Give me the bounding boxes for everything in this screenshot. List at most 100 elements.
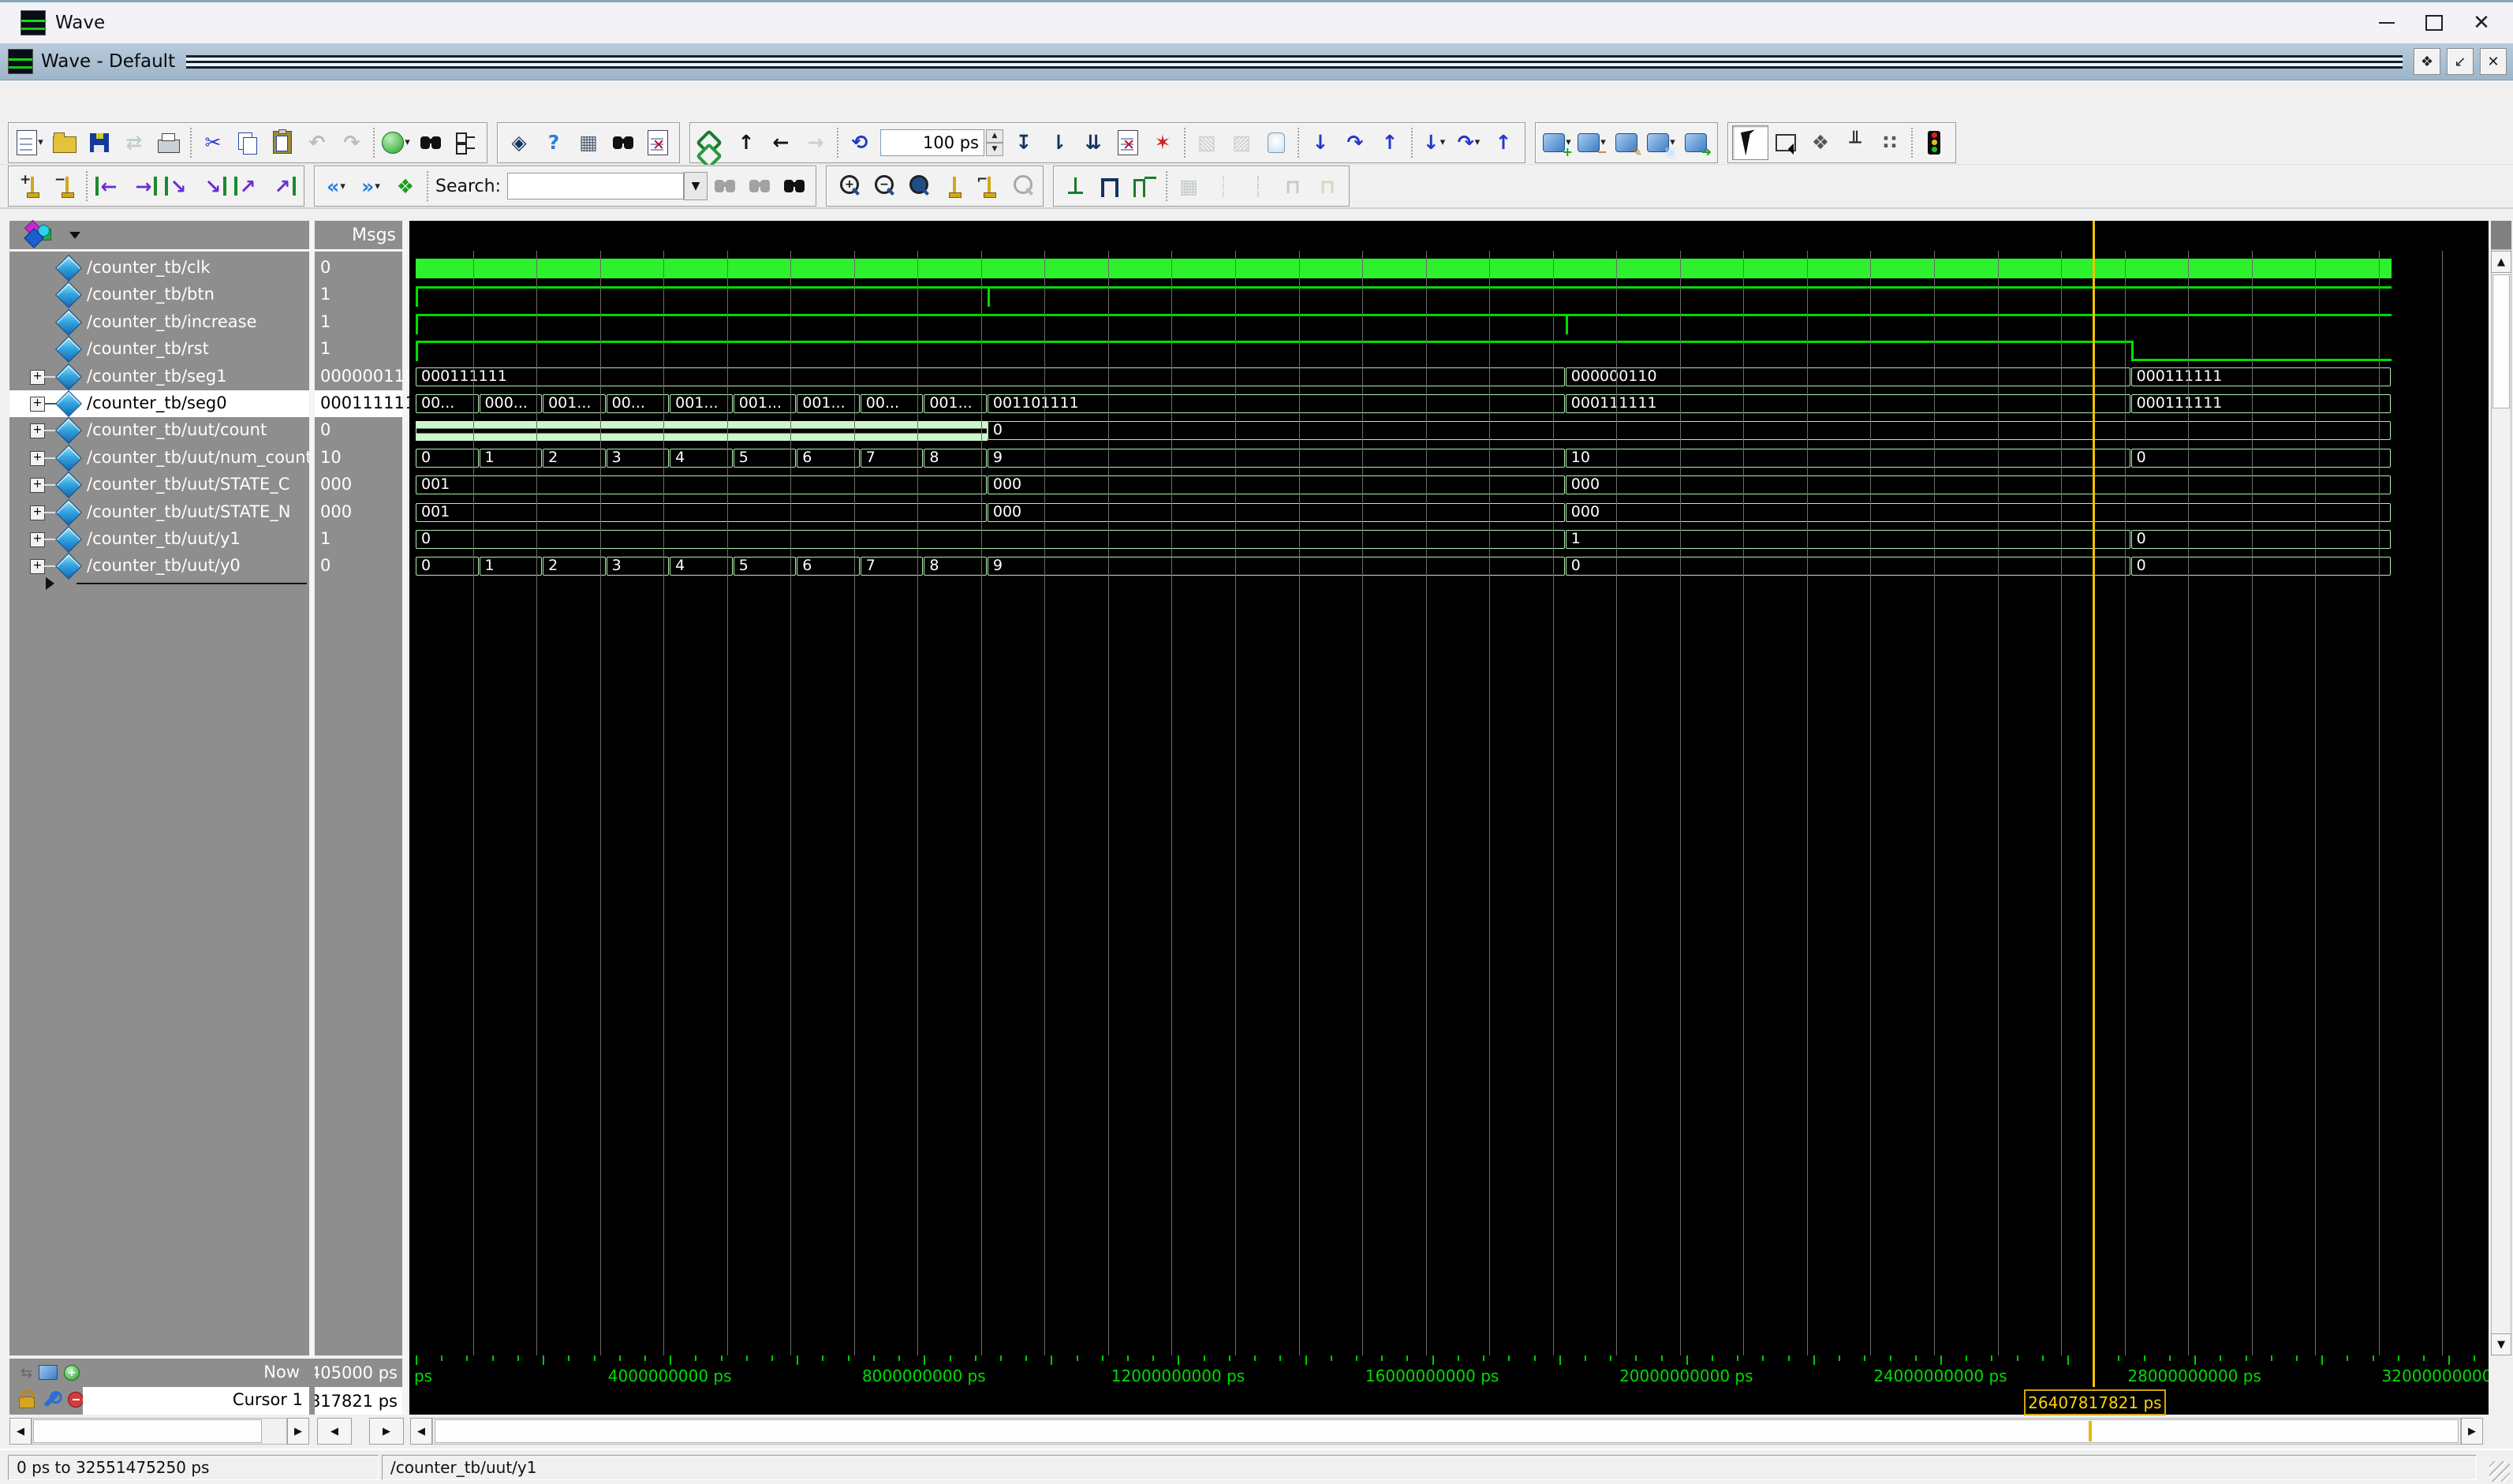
spin-up-button[interactable]: ▲ xyxy=(986,129,1003,143)
dropdown-arrow-icon[interactable]: ▾ xyxy=(405,136,410,148)
cursor-time-label[interactable]: 26407817821 ps xyxy=(2024,1389,2166,1415)
step-over-current-button[interactable]: ↷▾ xyxy=(1451,126,1486,159)
cursor-name-cell[interactable]: Cursor 1 xyxy=(83,1387,309,1415)
msgs-scroll-right-button[interactable]: ▶ xyxy=(369,1418,404,1445)
collapse-hierarchy-button[interactable] xyxy=(448,126,483,159)
dropdown-arrow-icon[interactable]: ▾ xyxy=(1475,136,1481,148)
wave-cursor-line[interactable] xyxy=(2093,221,2095,1387)
next-falling-edge-button[interactable]: ↘ xyxy=(196,170,230,203)
expander-icon-STATE_N[interactable]: + xyxy=(30,505,45,520)
signal-name-pane[interactable]: /counter_tb/clk/counter_tb/btn/counter_t… xyxy=(9,221,309,1355)
stop-button[interactable]: ✕ xyxy=(1111,126,1145,159)
expand-time-all-button[interactable]: ❖ xyxy=(388,170,423,203)
signal-row-count[interactable]: +/counter_tb/uut/count xyxy=(9,417,309,444)
vertical-scroll-thumb[interactable] xyxy=(2492,274,2510,408)
zoom-full-button[interactable] xyxy=(900,170,935,203)
run-continue-button[interactable]: ⇂ xyxy=(1041,126,1076,159)
scroll-up-button[interactable]: ▲ xyxy=(2491,251,2511,273)
search-input[interactable] xyxy=(507,173,684,199)
wave-tab-bar[interactable]: Wave - Default ❖ ↙ ✕ xyxy=(0,43,2513,80)
signal-row-rst[interactable]: /counter_tb/rst xyxy=(9,336,309,363)
zoom-in-button[interactable]: + xyxy=(831,170,865,203)
literal-view-button[interactable] xyxy=(1058,170,1092,203)
copy-button[interactable] xyxy=(230,126,265,159)
dock-icon[interactable]: ❖ xyxy=(2414,48,2440,75)
two-cursor-mode-button[interactable]: ╨ xyxy=(1838,126,1873,159)
paste-button[interactable] xyxy=(265,126,300,159)
spin-down-button[interactable]: ▼ xyxy=(986,143,1003,156)
close-button[interactable]: ✕ xyxy=(2458,7,2505,39)
names-hscroll-thumb[interactable] xyxy=(33,1419,262,1443)
pane-splitter-names-msgs[interactable] xyxy=(310,221,314,1415)
new-file-button[interactable]: ▾ xyxy=(13,126,47,159)
search-dropdown-button[interactable]: ▼ xyxy=(684,172,708,200)
open-file-button[interactable] xyxy=(47,126,82,159)
export-window-pane-button[interactable]: ➜ xyxy=(1678,126,1713,159)
save-window-pane-button[interactable]: ▣▾ xyxy=(1644,126,1678,159)
step-out-button[interactable]: ↑ xyxy=(1372,126,1407,159)
expander-icon-y1[interactable]: + xyxy=(30,532,45,547)
undock-icon[interactable]: ↙ xyxy=(2447,48,2474,75)
select-mode-button[interactable] xyxy=(1732,125,1768,160)
edit-mode-button[interactable]: ❖ xyxy=(1803,126,1838,159)
compile-out-of-date-button[interactable]: ? xyxy=(536,126,571,159)
run-all-button[interactable]: ⇊ xyxy=(1076,126,1111,159)
minimize-button[interactable] xyxy=(2363,7,2410,39)
wave-scroll-left-button[interactable]: ◀ xyxy=(410,1418,432,1445)
previous-falling-edge-button[interactable]: ↘ xyxy=(161,170,196,203)
expander-icon-seg1[interactable]: + xyxy=(30,370,45,385)
resize-grip[interactable] xyxy=(2489,1461,2510,1482)
pan-hand-button[interactable] xyxy=(1259,126,1294,159)
insert-cursor-mode-button[interactable]: ∷ xyxy=(1873,126,1907,159)
step-out-current-button[interactable]: ↑ xyxy=(1486,126,1521,159)
dropdown-arrow-icon[interactable]: ▾ xyxy=(340,181,345,192)
compile-all-button[interactable]: ▦ xyxy=(571,126,606,159)
expander-icon-num_count[interactable]: + xyxy=(30,451,45,466)
expand-time-left-button[interactable]: «▾ xyxy=(319,170,353,203)
next-transition-button[interactable]: → xyxy=(126,170,161,203)
chevron-down-icon[interactable] xyxy=(69,232,80,239)
expand-time-right-button[interactable]: »▾ xyxy=(353,170,388,203)
find-button[interactable] xyxy=(413,126,448,159)
logic-view-button[interactable] xyxy=(1092,170,1127,203)
print-button[interactable] xyxy=(151,126,186,159)
delete-cursor-button[interactable]: − xyxy=(47,170,82,203)
pane-splitter-msgs-wave[interactable] xyxy=(403,221,407,1415)
step-into-current-button[interactable]: ↓▾ xyxy=(1417,126,1451,159)
dropdown-arrow-icon[interactable]: ▾ xyxy=(375,181,380,192)
names-scroll-left-button[interactable]: ◀ xyxy=(9,1418,32,1445)
wrench-icon[interactable] xyxy=(43,1392,59,1408)
cursor-band[interactable] xyxy=(409,1387,2489,1415)
edit-window-pane-button[interactable]: ✎ xyxy=(1609,126,1644,159)
signal-row-seg1[interactable]: +/counter_tb/seg1 xyxy=(9,364,309,390)
add-selected-button[interactable]: ▾ xyxy=(379,126,413,159)
expander-icon-seg0[interactable]: + xyxy=(30,397,45,412)
previous-transition-button[interactable]: ← xyxy=(91,170,126,203)
insert-cursor-button[interactable]: + xyxy=(13,170,47,203)
step-into-button[interactable]: ↓ xyxy=(1303,126,1338,159)
zoom-out-button[interactable]: − xyxy=(865,170,900,203)
add-window-pane-button[interactable]: +▾ xyxy=(1540,126,1574,159)
signal-row-num_count[interactable]: +/counter_tb/uut/num_count xyxy=(9,445,309,472)
tab-drag-handle[interactable] xyxy=(186,55,2403,69)
event-view-button[interactable] xyxy=(1127,170,1162,203)
monitor-icon[interactable] xyxy=(39,1365,58,1380)
step-over-button[interactable]: ↷ xyxy=(1338,126,1372,159)
msgs-scroll-left-button[interactable]: ◀ xyxy=(317,1418,352,1445)
add-icon[interactable]: + xyxy=(64,1365,80,1381)
wave-scroll-right-button[interactable]: ▶ xyxy=(2461,1418,2483,1445)
expander-icon-count[interactable]: + xyxy=(30,423,45,438)
signal-row-clk[interactable]: /counter_tb/clk xyxy=(9,255,309,282)
save-button[interactable] xyxy=(82,126,117,159)
tree-header[interactable] xyxy=(9,221,309,249)
wave-hscroll-thumb[interactable] xyxy=(435,1419,2459,1443)
previous-rising-edge-button[interactable]: ↗ xyxy=(230,170,265,203)
restart-button[interactable]: ⟲ xyxy=(842,126,877,159)
expander-icon-y0[interactable]: + xyxy=(30,559,45,574)
run-length-input[interactable] xyxy=(880,129,984,156)
simulate-button[interactable] xyxy=(606,126,640,159)
search-options-button[interactable] xyxy=(777,170,812,203)
dropdown-arrow-icon[interactable]: ▾ xyxy=(38,136,43,148)
compile-button[interactable]: ◈ xyxy=(502,126,536,159)
expander-icon-STATE_C[interactable]: + xyxy=(30,478,45,493)
